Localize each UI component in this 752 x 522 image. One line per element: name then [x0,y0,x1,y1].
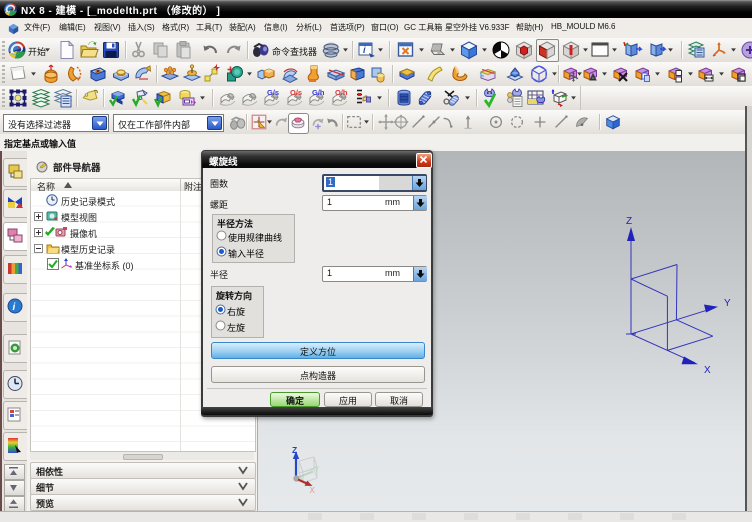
svg-text:O/h: O/h [335,88,348,97]
svg-text:Z: Z [626,216,632,227]
svg-text:X: X [704,365,711,376]
svg-text:Y: Y [314,465,320,474]
svg-text:O/s: O/s [290,88,302,97]
svg-text:i: i [13,302,16,313]
svg-text:G/h: G/h [312,88,325,97]
svg-text:X: X [310,486,316,495]
svg-text:G/s: G/s [267,88,279,97]
svg-text:Y: Y [724,298,731,309]
